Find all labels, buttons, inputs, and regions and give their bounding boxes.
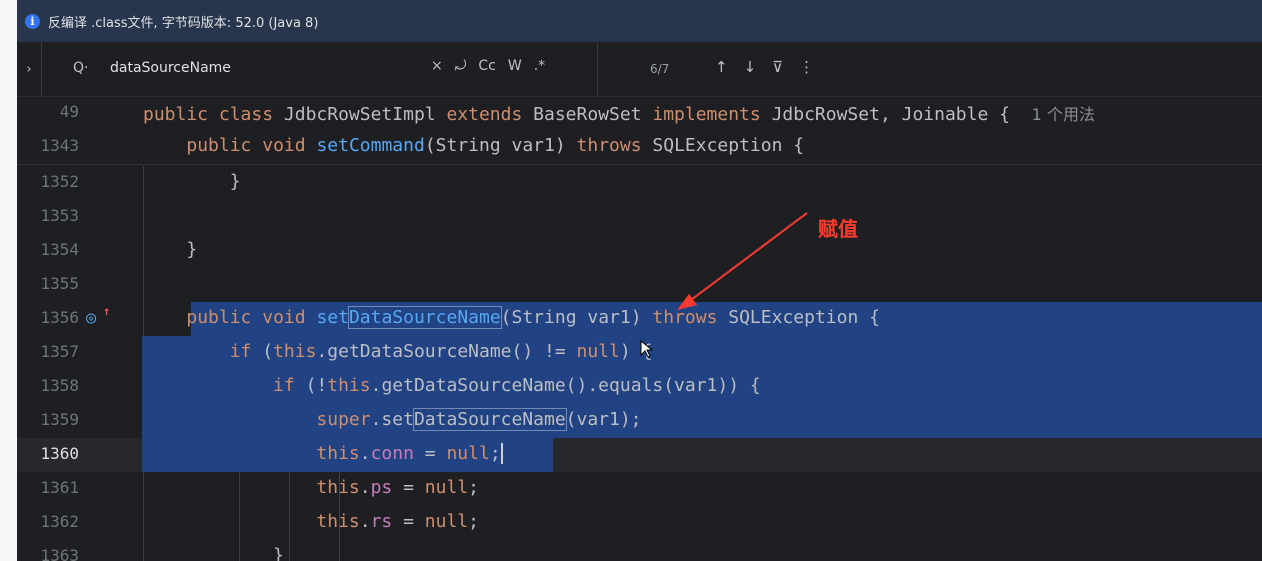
code-text: this.rs = null; <box>316 511 479 532</box>
filter-icon[interactable]: ⊽ <box>772 58 783 76</box>
info-icon: i <box>25 13 40 29</box>
ide-window: i 反编译 .class文件, 字节码版本: 52.0 (Java 8) › Q… <box>17 0 1262 561</box>
match-counter: 6/7 <box>650 62 670 76</box>
line-number: 1361 <box>40 478 79 497</box>
usage-hint[interactable]: 1 个用法 <box>1032 105 1095 124</box>
code-text: } <box>229 171 241 192</box>
code-line: 1343 public void setCommand(String var1)… <box>17 130 1262 164</box>
code-text: super.setDataSourceName(var1); <box>316 408 642 431</box>
annotation-label: 赋值 <box>818 217 858 241</box>
code-line: 1361 this.ps = null; <box>17 472 1262 506</box>
text-caret <box>500 443 503 464</box>
search-history-icon[interactable]: Q· <box>73 60 88 76</box>
whole-words-toggle[interactable]: W <box>508 58 522 74</box>
code-text: } <box>273 545 284 561</box>
chevron-right-icon: › <box>26 61 32 77</box>
line-number: 1353 <box>40 206 79 225</box>
search-input[interactable]: dataSourceName <box>110 60 231 76</box>
previous-occurrence-icon[interactable]: ↑ <box>715 58 728 76</box>
line-number: 1356 <box>40 308 79 327</box>
line-number: 1355 <box>40 274 79 293</box>
line-number: 1360 <box>40 444 79 463</box>
more-options-icon[interactable]: ⋮ <box>799 58 814 76</box>
search-divider <box>597 42 598 96</box>
code-line: 1355 <box>17 268 1262 302</box>
code-text: if (!this.getDataSourceName().equals(var… <box>273 375 761 396</box>
regex-toggle[interactable]: .* <box>534 58 545 74</box>
code-line: 1354 } <box>17 234 1262 268</box>
line-number: 1363 <box>40 546 79 561</box>
code-text: } <box>186 239 198 260</box>
new-line-icon[interactable]: ⤾ <box>455 58 467 74</box>
find-bar: › Q· dataSourceName × ⤾ Cc W .* 6/7 ↑ ↓ … <box>17 42 1262 97</box>
code-text: public void setCommand(String var1) thro… <box>186 135 805 156</box>
line-number: 49 <box>59 102 79 121</box>
code-text: this.conn = null; <box>316 443 503 464</box>
code-line: 1352 } <box>17 166 1262 200</box>
line-number: 1359 <box>40 410 79 429</box>
banner-text: 反编译 .class文件, 字节码版本: 52.0 (Java 8) <box>48 15 319 31</box>
match-case-toggle[interactable]: Cc <box>478 58 495 74</box>
mouse-cursor-icon <box>640 340 654 358</box>
code-line: 1359 super.setDataSourceName(var1); <box>17 404 1262 438</box>
search-navigation: ↑ ↓ ⊽ ⋮ <box>715 58 814 76</box>
current-line: 1360 this.conn = null; <box>17 438 1262 472</box>
code-line: 1356 ◎ ↑ public void setDataSourceName(S… <box>17 302 1262 336</box>
code-line: 1363 } <box>17 540 1262 561</box>
line-number: 1357 <box>40 342 79 361</box>
override-icon[interactable]: ◎ <box>86 308 96 328</box>
code-line: 1358 if (!this.getDataSourceName().equal… <box>17 370 1262 404</box>
decompiled-class-banner: i 反编译 .class文件, 字节码版本: 52.0 (Java 8) <box>17 0 1262 42</box>
code-text: this.ps = null; <box>316 477 479 498</box>
line-number: 1362 <box>40 512 79 531</box>
line-number: 1358 <box>40 376 79 395</box>
arrow-up-icon: ↑ <box>103 304 111 318</box>
clear-search-icon[interactable]: × <box>431 58 443 74</box>
expand-replace-toggle[interactable]: › <box>17 42 42 96</box>
sticky-lines-separator <box>17 164 1262 165</box>
line-number: 1343 <box>40 136 79 155</box>
code-text: public void setDataSourceName(String var… <box>186 306 880 329</box>
code-line: 49 public class JdbcRowSetImpl extends B… <box>17 96 1262 130</box>
code-line: 1353 <box>17 200 1262 234</box>
search-match: DataSourceName <box>347 306 502 329</box>
code-text: public class JdbcRowSetImpl extends Base… <box>143 104 1095 125</box>
code-line: 1362 this.rs = null; <box>17 506 1262 540</box>
next-occurrence-icon[interactable]: ↓ <box>744 58 757 76</box>
search-match: DataSourceName <box>412 408 567 431</box>
line-number: 1354 <box>40 240 79 259</box>
code-text: if (this.getDataSourceName() != null) { <box>229 341 653 362</box>
line-number: 1352 <box>40 172 79 191</box>
search-options: × ⤾ Cc W .* <box>431 58 545 74</box>
code-editor[interactable]: 49 public class JdbcRowSetImpl extends B… <box>17 96 1262 561</box>
